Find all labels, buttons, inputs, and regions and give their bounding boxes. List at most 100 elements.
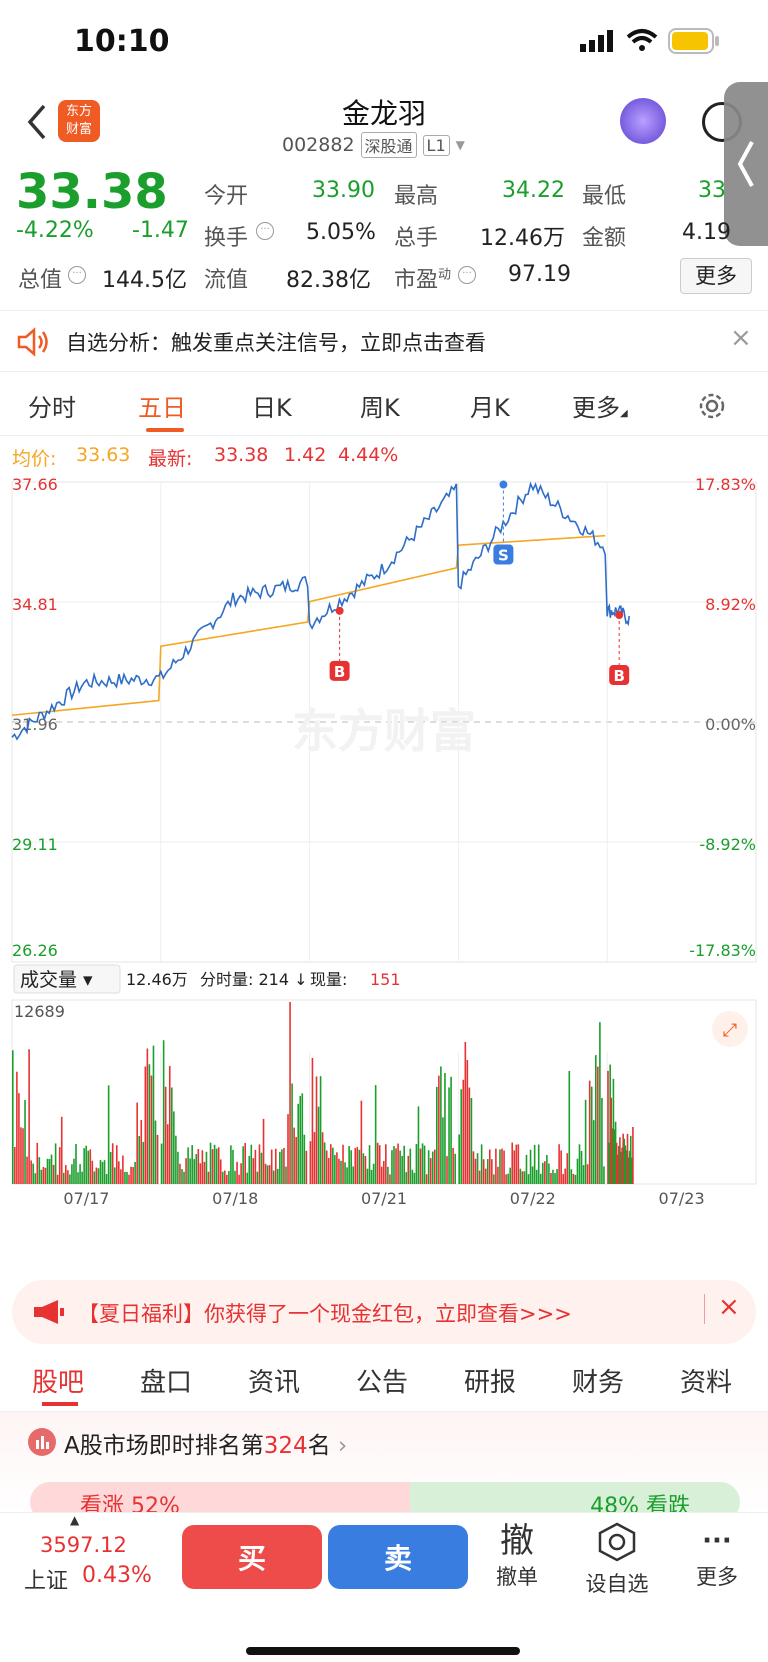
stock-code-row[interactable]: 002882 深股通 L1 ▼ xyxy=(282,132,465,158)
volume-bar xyxy=(12,1050,14,1184)
home-indicator xyxy=(246,1647,520,1655)
volume-bar xyxy=(150,1075,153,1184)
volume-bar xyxy=(113,1167,116,1184)
watchlist-icon xyxy=(598,1522,636,1562)
tab-research[interactable]: 研报 xyxy=(464,1362,516,1399)
volume-bar xyxy=(54,1143,57,1184)
volume-bar xyxy=(236,1161,238,1184)
chart-legend: 均价: 33.63 最新: 33.38 1.42 4.44% xyxy=(0,444,768,472)
volume-bar xyxy=(260,1152,263,1184)
volume-bar xyxy=(14,1146,16,1184)
more-quote-button[interactable]: 更多 xyxy=(680,258,752,294)
volume-bar xyxy=(576,1158,579,1184)
volume-bar xyxy=(497,1166,499,1184)
volume-bar xyxy=(130,1166,132,1184)
tab-finance[interactable]: 财务 xyxy=(572,1362,624,1399)
buy-button[interactable]: 买 xyxy=(182,1525,322,1589)
volume-bar xyxy=(205,1151,208,1184)
trade-bar: ▲ 3597.12 上证 0.43% 买 卖 撤 撤单 设自选 ··· 更多 xyxy=(0,1512,768,1662)
volume-bar xyxy=(185,1158,187,1184)
volume-bar xyxy=(293,1127,295,1184)
y-axis-right-label: 0.00% xyxy=(705,715,756,734)
robot-assistant-icon[interactable] xyxy=(620,98,666,144)
megaphone-icon xyxy=(34,1300,64,1324)
settings-icon[interactable] xyxy=(696,390,728,422)
volume-bar xyxy=(73,1158,75,1184)
volume-bar xyxy=(366,1168,369,1184)
volume-bar xyxy=(315,1076,318,1184)
tab-more[interactable]: 更多◢ xyxy=(572,388,628,423)
rank-section[interactable]: A股市场即时排名第324名 › 看涨 52% 48% 看跌 xyxy=(0,1412,768,1522)
volume-bar xyxy=(401,1155,403,1184)
pe-label-text: 市盈 xyxy=(394,268,439,293)
volume-bar xyxy=(436,1086,438,1184)
tab-announcements[interactable]: 公告 xyxy=(356,1362,408,1399)
volume-bar xyxy=(226,1174,228,1184)
volume-bar xyxy=(350,1150,352,1184)
y-axis-right-label: -17.83% xyxy=(689,941,756,960)
caret-up-icon[interactable]: ▲ xyxy=(70,1513,79,1527)
info-icon[interactable]: ··· xyxy=(256,222,274,240)
volume-bar xyxy=(327,1157,330,1184)
volume-bar xyxy=(329,1144,332,1184)
promo-banner[interactable]: 【夏日福利】你获得了一个现金红包，立即查看>>> × xyxy=(12,1280,756,1344)
volume-bar xyxy=(552,1169,554,1184)
volume-bar xyxy=(601,1097,603,1184)
info-icon[interactable]: ··· xyxy=(68,266,86,284)
close-icon[interactable]: × xyxy=(730,323,752,353)
volume-bar xyxy=(230,1145,232,1184)
tab-intraday[interactable]: 分时 xyxy=(28,388,76,423)
tab-weekly-k[interactable]: 周K xyxy=(360,388,400,423)
volume-bar xyxy=(470,1097,473,1184)
signal-banner[interactable]: 自选分析：触发重点关注信号，立即点击查看 × xyxy=(0,310,768,372)
volume-bar xyxy=(482,1159,485,1184)
close-icon[interactable]: × xyxy=(718,1292,740,1322)
cancel-order-button[interactable]: 撤 撤单 xyxy=(482,1521,552,1591)
volume-bar xyxy=(362,1153,365,1184)
signal-dot xyxy=(499,480,508,489)
volume-bar xyxy=(395,1148,397,1184)
volume-bar xyxy=(81,1171,83,1184)
volume-bar xyxy=(546,1155,548,1184)
tab-profile[interactable]: 资料 xyxy=(680,1362,732,1399)
latest-change: 1.42 xyxy=(284,444,327,466)
volume-bar xyxy=(533,1144,536,1184)
volume-bar xyxy=(466,1060,469,1184)
price-line xyxy=(11,481,630,741)
volume-bar xyxy=(244,1143,246,1184)
volume-bar xyxy=(372,1163,375,1184)
quote-panel: 33.38 -4.22% -1.47 总值 ··· 144.5亿 今开 33.9… xyxy=(0,164,768,308)
volume-bar xyxy=(413,1172,416,1184)
volume-bar xyxy=(238,1174,240,1184)
tab-news[interactable]: 资讯 xyxy=(248,1362,300,1399)
volume-bar xyxy=(584,1099,587,1184)
more-actions-button[interactable]: ··· 更多 xyxy=(682,1521,752,1591)
info-icon[interactable]: ··· xyxy=(458,266,476,284)
open-value: 33.90 xyxy=(312,178,375,203)
volume-bar xyxy=(91,1160,94,1184)
volume-bar xyxy=(499,1149,501,1184)
volume-bar xyxy=(586,1164,589,1184)
volume-bar xyxy=(429,1158,432,1184)
volume-bar xyxy=(340,1160,342,1184)
add-watchlist-button[interactable]: 设自选 xyxy=(582,1521,652,1598)
volume-bar xyxy=(301,1093,304,1184)
change-pct: -4.22% xyxy=(16,218,94,243)
volume-bar xyxy=(603,1166,605,1184)
volume-bar xyxy=(558,1144,560,1184)
volume-bar xyxy=(411,1169,414,1184)
sell-button[interactable]: 卖 xyxy=(328,1525,468,1589)
tab-orderbook[interactable]: 盘口 xyxy=(140,1362,192,1399)
volume-bar xyxy=(342,1144,344,1184)
tab-daily-k[interactable]: 日K xyxy=(252,388,292,423)
tab-monthly-k[interactable]: 月K xyxy=(470,388,510,423)
tab-five-day[interactable]: 五日 xyxy=(138,388,186,423)
five-day-chart[interactable]: 东方财富 37.66 34.81 31.96 29.11 26.26 17.83% 8.92%… xyxy=(0,472,768,1212)
mktcap-label: 总值 xyxy=(18,268,63,293)
volume-bar xyxy=(568,1070,571,1184)
volume-bar xyxy=(154,1120,157,1184)
volume-bar xyxy=(397,1143,399,1184)
volume-bar xyxy=(387,1166,389,1184)
tab-guba[interactable]: 股吧 xyxy=(32,1362,84,1399)
active-subtab-indicator xyxy=(42,1402,78,1406)
